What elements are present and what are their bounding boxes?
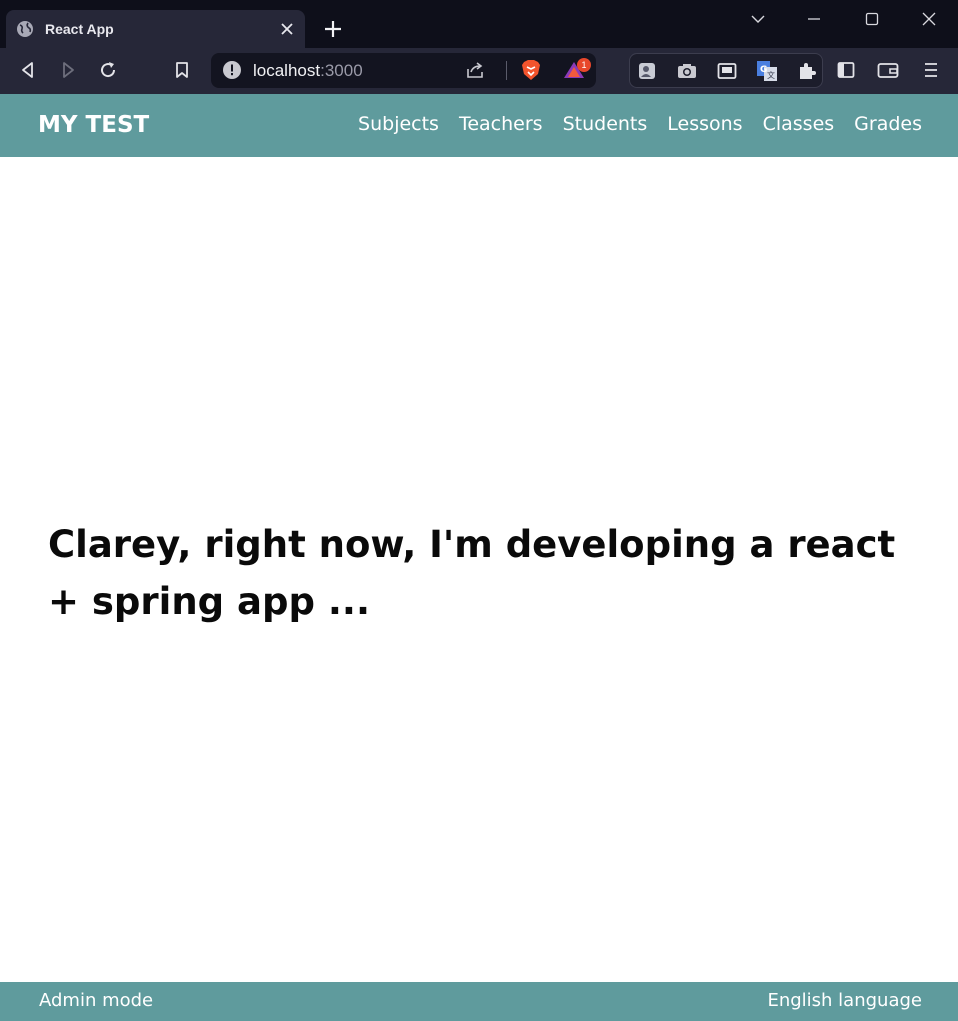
camera-icon[interactable] [676, 60, 698, 82]
contact-card-icon[interactable] [636, 60, 658, 82]
main-headline: Clarey, right now, I'm developing a reac… [48, 523, 896, 623]
extensions-group: G文 [629, 53, 823, 88]
omnibox-divider [506, 61, 507, 80]
share-icon[interactable] [464, 59, 486, 81]
browser-titlebar: React App [0, 0, 958, 48]
nav-link-teachers[interactable]: Teachers [459, 113, 543, 135]
brand-logo-text[interactable]: MY TEST [38, 112, 149, 138]
forward-arrow-icon[interactable] [57, 59, 79, 81]
chevron-down-icon[interactable] [747, 8, 769, 30]
puzzle-icon[interactable] [796, 60, 818, 82]
main-content: Clarey, right now, I'm developing a reac… [0, 157, 958, 982]
close-window-icon[interactable] [918, 8, 940, 30]
wallet-icon[interactable] [877, 59, 899, 81]
top-navbar: MY TEST Subjects Teachers Students Lesso… [0, 94, 958, 157]
picture-in-picture-icon[interactable] [716, 60, 738, 82]
reload-icon[interactable] [97, 59, 119, 81]
brave-lion-icon[interactable] [520, 59, 542, 81]
footer-language-text: English language [767, 990, 922, 1011]
hamburger-menu-icon[interactable] [920, 59, 942, 81]
footer-mode-text: Admin mode [39, 990, 154, 1011]
url-text: localhost:3000 [253, 61, 363, 81]
globe-icon [17, 21, 33, 37]
page-footer: Admin mode English language [0, 982, 958, 1021]
minimize-icon[interactable] [803, 8, 825, 30]
tab-close-icon[interactable] [277, 19, 297, 39]
sidebar-icon[interactable] [835, 59, 857, 81]
nav-links: Subjects Teachers Students Lessons Class… [338, 113, 922, 135]
url-port: :3000 [320, 61, 363, 80]
url-host: localhost [253, 61, 321, 80]
back-arrow-icon[interactable] [17, 59, 39, 81]
maximize-icon[interactable] [861, 8, 883, 30]
tab-title: React App [45, 21, 114, 37]
bookmark-icon[interactable] [171, 59, 193, 81]
translate-icon[interactable]: G文 [756, 60, 778, 82]
svg-text:文: 文 [767, 70, 775, 80]
browser-toolbar: localhost:3000 1 G文 [0, 48, 958, 94]
nav-link-lessons[interactable]: Lessons [667, 113, 742, 135]
new-tab-plus-icon[interactable] [322, 18, 344, 40]
address-bar[interactable]: localhost:3000 [211, 53, 596, 88]
nav-link-subjects[interactable]: Subjects [358, 113, 439, 135]
nav-link-grades[interactable]: Grades [854, 113, 922, 135]
rewards-badge: 1 [577, 58, 591, 72]
browser-tab[interactable]: React App [6, 10, 305, 48]
nav-link-students[interactable]: Students [563, 113, 648, 135]
info-icon[interactable] [221, 59, 243, 81]
nav-link-classes[interactable]: Classes [763, 113, 835, 135]
